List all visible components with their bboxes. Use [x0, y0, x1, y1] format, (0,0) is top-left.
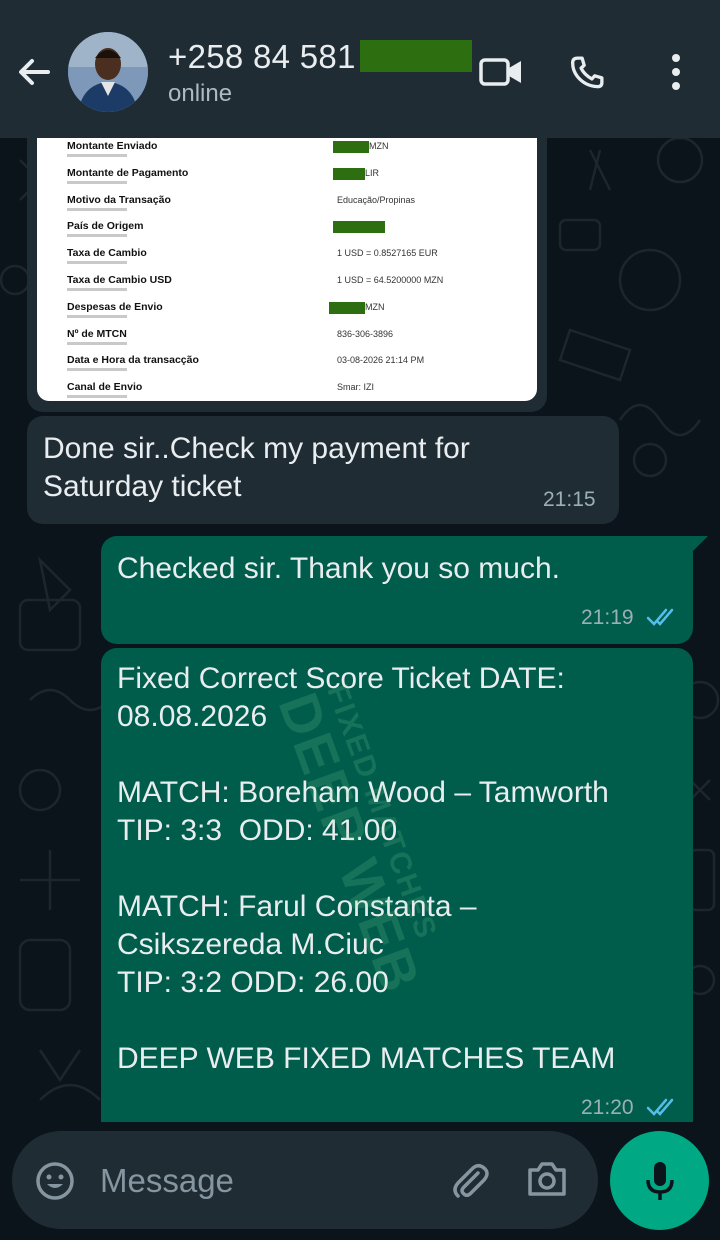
redaction-block [360, 40, 472, 72]
contact-name[interactable]: +258 84 581 [168, 38, 356, 76]
receipt-value: 1 USD = 0.8527165 EUR [337, 248, 438, 259]
receipt-row: Taxa de Cambio 1 USD = 0.8527165 EUR [67, 247, 527, 273]
redaction-block [333, 221, 385, 234]
redaction-block [333, 167, 365, 180]
message-input[interactable]: Message [100, 1162, 234, 1200]
receipt-value: MZN [365, 301, 385, 312]
contact-status: online [168, 80, 233, 107]
redaction-block [329, 301, 365, 314]
back-arrow-icon[interactable] [14, 52, 54, 92]
receipt-value: Smar: IZI [337, 382, 375, 393]
avatar-image [68, 32, 148, 112]
message-time: 21:19 [581, 606, 634, 629]
message-time: 21:15 [543, 488, 596, 511]
mic-icon [646, 1162, 674, 1200]
receipt-row: Motivo da Transação Educação/Propinas [67, 194, 527, 220]
message-text: Fixed Correct Score Ticket DATE: 08.08.2… [117, 662, 616, 1075]
camera-icon[interactable] [526, 1159, 568, 1199]
outgoing-message[interactable]: Fixed Correct Score Ticket DATE: 08.08.2… [101, 648, 693, 1122]
receipt-sublabel [67, 180, 127, 184]
receipt-row: Nº de MTCN 836-306-3896 [67, 328, 527, 354]
receipt-sublabel [67, 368, 127, 372]
bubble-tail [690, 536, 708, 554]
read-receipt-icon [646, 1098, 674, 1116]
emoji-icon[interactable] [34, 1160, 76, 1202]
message-text: Checked sir. Thank you so much. [117, 552, 560, 585]
message-composer[interactable]: Message [12, 1131, 598, 1229]
receipt-row: Canal de Envio Smar: IZI [67, 381, 527, 401]
receipt-sublabel [67, 207, 127, 211]
receipt-row: Montante Enviado MZN [67, 140, 527, 166]
receipt-label: Taxa de Cambio USD [67, 274, 172, 286]
receipt-label: Canal de Envio [67, 381, 143, 394]
incoming-message[interactable]: Done sir..Check my payment for Saturday … [27, 416, 619, 524]
outgoing-message[interactable]: Checked sir. Thank you so much. 21:19 [101, 536, 693, 644]
receipt-row: País de Origem [67, 220, 527, 246]
read-receipt-icon [646, 608, 674, 626]
mic-button[interactable] [610, 1131, 709, 1230]
receipt-sublabel [67, 341, 127, 345]
receipt-label: Taxa de Cambio [67, 247, 147, 260]
message-text: Done sir..Check my payment for Saturday … [43, 432, 470, 503]
contact-avatar[interactable] [68, 32, 148, 112]
receipt-label: Motivo da Transação [67, 193, 171, 206]
receipt-label: Data e Hora da transacção [67, 354, 199, 367]
receipt-sublabel [67, 234, 127, 238]
more-vert-icon[interactable] [662, 52, 690, 92]
receipt-label: Montante de Pagamento [67, 166, 189, 179]
receipt-sublabel [67, 288, 127, 291]
phone-icon[interactable] [566, 52, 608, 94]
receipt-value: LIR [365, 167, 380, 178]
attach-icon[interactable] [448, 1159, 492, 1203]
receipt-row: Despesas de Envio MZN [67, 301, 527, 327]
receipt-label: País de Origem [67, 220, 144, 233]
receipt-row: Montante de Pagamento LIR [67, 167, 527, 193]
receipt-row: Taxa de Cambio USD 1 USD = 64.5200000 MZN [67, 274, 527, 300]
receipt-label: Despesas de Envio [67, 300, 163, 313]
receipt-sublabel [67, 314, 127, 318]
receipt-image[interactable]: Montante Enviado MZN Montante de Pagamento… [37, 136, 537, 401]
video-call-icon[interactable] [478, 52, 524, 92]
receipt-value: 03-08-2026 21:14 PM [337, 355, 425, 366]
receipt-row: Data e Hora da transacção 03-08-2026 21:1… [67, 354, 527, 380]
receipt-sublabel [67, 154, 127, 157]
receipt-sublabel [67, 261, 127, 265]
redaction-block [333, 141, 369, 153]
chat-header: +258 84 581 online [0, 0, 720, 138]
receipt-value: 836-306-3896 [337, 328, 394, 339]
receipt-value: Educação/Propinas [337, 194, 416, 205]
receipt-label: Nº de MTCN [67, 327, 127, 340]
receipt-sublabel [67, 395, 127, 399]
message-time: 21:20 [581, 1096, 634, 1119]
receipt-value: 1 USD = 64.5200000 MZN [337, 275, 444, 285]
receipt-value: MZN [369, 141, 389, 151]
receipt-label: Montante Enviado [67, 140, 158, 152]
